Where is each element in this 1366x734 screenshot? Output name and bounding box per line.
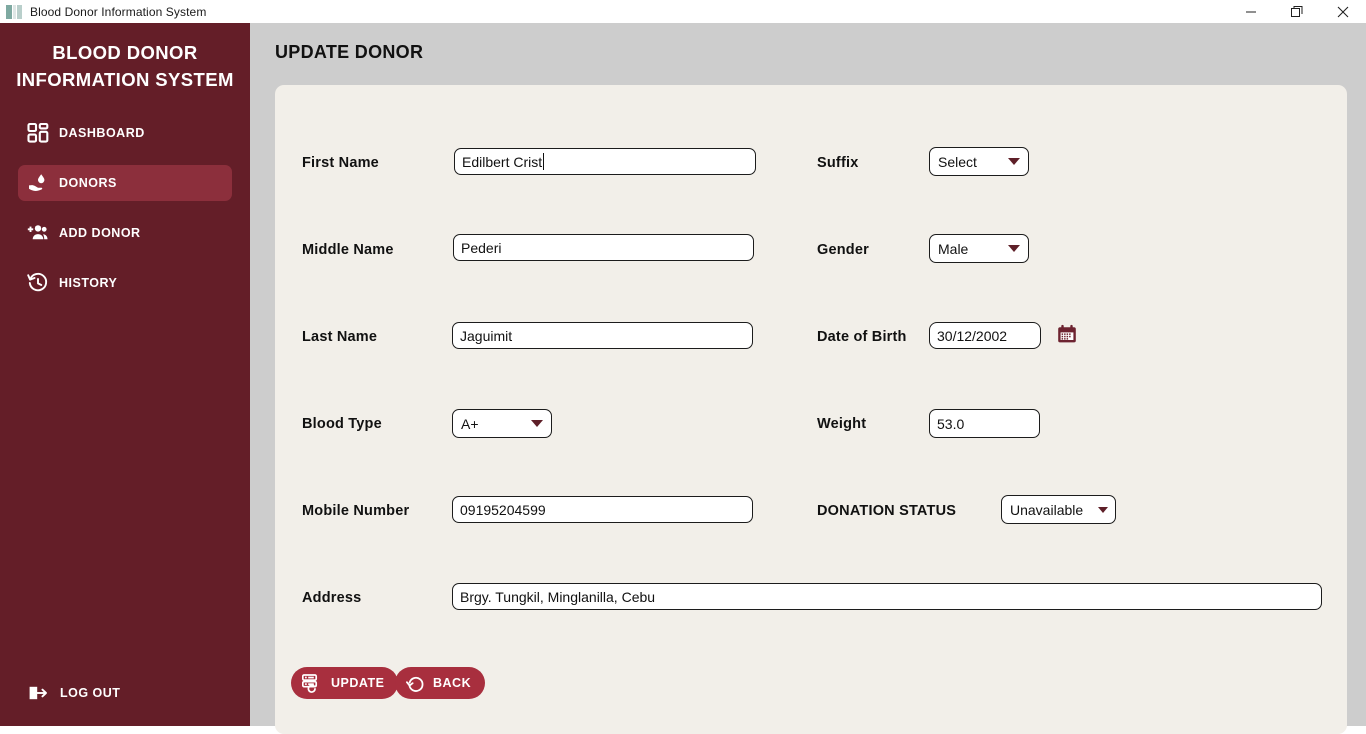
middle-name-value: Pederi <box>461 239 502 256</box>
sidebar-item-label: HISTORY <box>59 276 118 290</box>
chevron-down-icon <box>1008 245 1020 252</box>
sidebar-item-dashboard[interactable]: DASHBOARD <box>18 115 232 151</box>
sidebar-item-label: DASHBOARD <box>59 126 145 140</box>
window-titlebar: Blood Donor Information System <box>0 0 1366 23</box>
update-donor-form-card: First Name Edilbert Crist Suffix Select … <box>275 85 1347 734</box>
text-caret <box>543 153 545 170</box>
last-name-input[interactable]: Jaguimit <box>452 322 753 349</box>
app-icon <box>6 4 22 19</box>
last-name-label: Last Name <box>302 329 378 345</box>
logout-icon <box>27 682 49 704</box>
blood-type-dropdown[interactable]: A+ <box>452 409 552 438</box>
close-icon[interactable] <box>1320 0 1366 23</box>
undo-arrow-icon <box>406 674 425 693</box>
donation-status-value: Unavailable <box>1010 501 1084 518</box>
brand-line-2: INFORMATION SYSTEM <box>16 69 234 90</box>
gender-value: Male <box>938 240 969 257</box>
main-content: UPDATE DONOR First Name Edilbert Crist S… <box>250 23 1366 734</box>
sidebar-item-add-donor[interactable]: ADD DONOR <box>18 215 232 251</box>
sidebar-item-history[interactable]: HISTORY <box>18 265 232 301</box>
sidebar-item-donors[interactable]: DONORS <box>18 165 232 201</box>
clock-history-icon <box>27 272 49 294</box>
sidebar: BLOOD DONOR INFORMATION SYSTEM DASHBOARD <box>0 23 250 726</box>
gender-label: Gender <box>817 242 869 258</box>
donation-status-dropdown[interactable]: Unavailable <box>1001 495 1116 524</box>
suffix-label: Suffix <box>817 155 859 171</box>
sidebar-item-label: DONORS <box>59 176 117 190</box>
blood-type-label: Blood Type <box>302 416 382 432</box>
logout-label: LOG OUT <box>60 686 121 700</box>
suffix-value: Select <box>938 153 977 170</box>
logout-button[interactable]: LOG OUT <box>18 682 120 704</box>
back-button-label: BACK <box>433 676 472 690</box>
suffix-dropdown[interactable]: Select <box>929 147 1029 176</box>
add-user-icon <box>27 222 49 244</box>
brand-line-1: BLOOD DONOR <box>52 42 198 63</box>
dashboard-grid-icon <box>27 122 49 144</box>
middle-name-label: Middle Name <box>302 242 394 258</box>
weight-value: 53.0 <box>937 415 965 432</box>
date-of-birth-label: Date of Birth <box>817 329 907 345</box>
blood-type-value: A+ <box>461 415 479 432</box>
page-title: UPDATE DONOR <box>275 42 424 62</box>
mobile-number-input[interactable]: 09195204599 <box>452 496 753 523</box>
weight-input[interactable]: 53.0 <box>929 409 1040 438</box>
database-refresh-icon <box>302 673 323 693</box>
back-button[interactable]: BACK <box>395 667 486 699</box>
donation-status-label: DONATION STATUS <box>817 503 957 519</box>
address-input[interactable]: Brgy. Tungkil, Minglanilla, Cebu <box>452 583 1322 610</box>
address-value: Brgy. Tungkil, Minglanilla, Cebu <box>460 588 656 605</box>
window-controls <box>1228 0 1366 23</box>
sidebar-item-label: ADD DONOR <box>59 226 141 240</box>
first-name-label: First Name <box>302 155 379 171</box>
mobile-number-label: Mobile Number <box>302 503 410 519</box>
last-name-value: Jaguimit <box>460 327 513 344</box>
first-name-value: Edilbert Crist <box>462 153 543 170</box>
minimize-icon[interactable] <box>1228 0 1274 23</box>
address-label: Address <box>302 590 362 606</box>
first-name-input[interactable]: Edilbert Crist <box>454 148 756 175</box>
middle-name-input[interactable]: Pederi <box>453 234 754 261</box>
gender-dropdown[interactable]: Male <box>929 234 1029 263</box>
chevron-down-icon <box>531 420 543 427</box>
date-of-birth-input[interactable]: 30/12/2002 <box>929 322 1041 349</box>
update-button[interactable]: UPDATE <box>291 667 399 699</box>
chevron-down-icon <box>1008 158 1020 165</box>
date-of-birth-value: 30/12/2002 <box>937 327 1008 344</box>
calendar-icon[interactable] <box>1057 324 1077 344</box>
blood-drop-hand-icon <box>27 172 49 194</box>
maximize-icon[interactable] <box>1274 0 1320 23</box>
mobile-number-value: 09195204599 <box>460 501 546 518</box>
app-brand: BLOOD DONOR INFORMATION SYSTEM <box>0 39 250 93</box>
update-button-label: UPDATE <box>331 676 385 690</box>
window-title: Blood Donor Information System <box>30 4 207 19</box>
weight-label: Weight <box>817 416 867 432</box>
chevron-down-icon <box>1098 506 1108 513</box>
sidebar-nav: DASHBOARD DONORS ADD DONOR HISTORY <box>0 115 250 301</box>
